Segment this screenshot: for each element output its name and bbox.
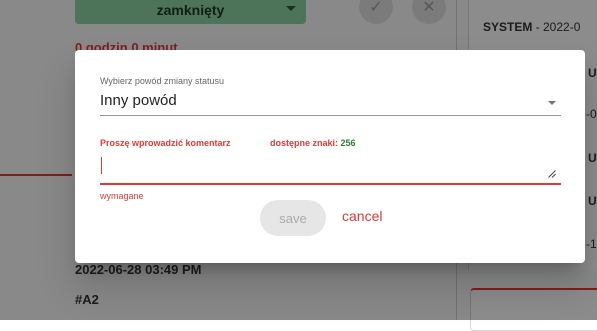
status-change-dialog: Wybierz powód zmiany statusu Inny powód … (75, 50, 585, 263)
reason-select-underline (100, 115, 561, 116)
cancel-button[interactable]: cancel (342, 208, 382, 224)
save-button[interactable]: save (260, 200, 326, 236)
resize-handle-icon[interactable] (548, 170, 556, 178)
reason-label: Wybierz powód zmiany statusu (100, 76, 224, 86)
comment-underline (100, 183, 561, 185)
text-cursor (101, 157, 102, 174)
chars-remaining-label: dostępne znaki: (270, 138, 339, 148)
chars-remaining: dostępne znaki: 256 (270, 138, 356, 148)
chevron-down-icon[interactable] (548, 101, 556, 105)
reason-select[interactable]: Inny powód (100, 92, 177, 109)
comment-prompt: Proszę wprowadzić komentarz (100, 138, 231, 148)
comment-input[interactable] (100, 156, 561, 182)
chars-remaining-count: 256 (340, 138, 356, 148)
required-hint: wymagane (100, 191, 144, 201)
